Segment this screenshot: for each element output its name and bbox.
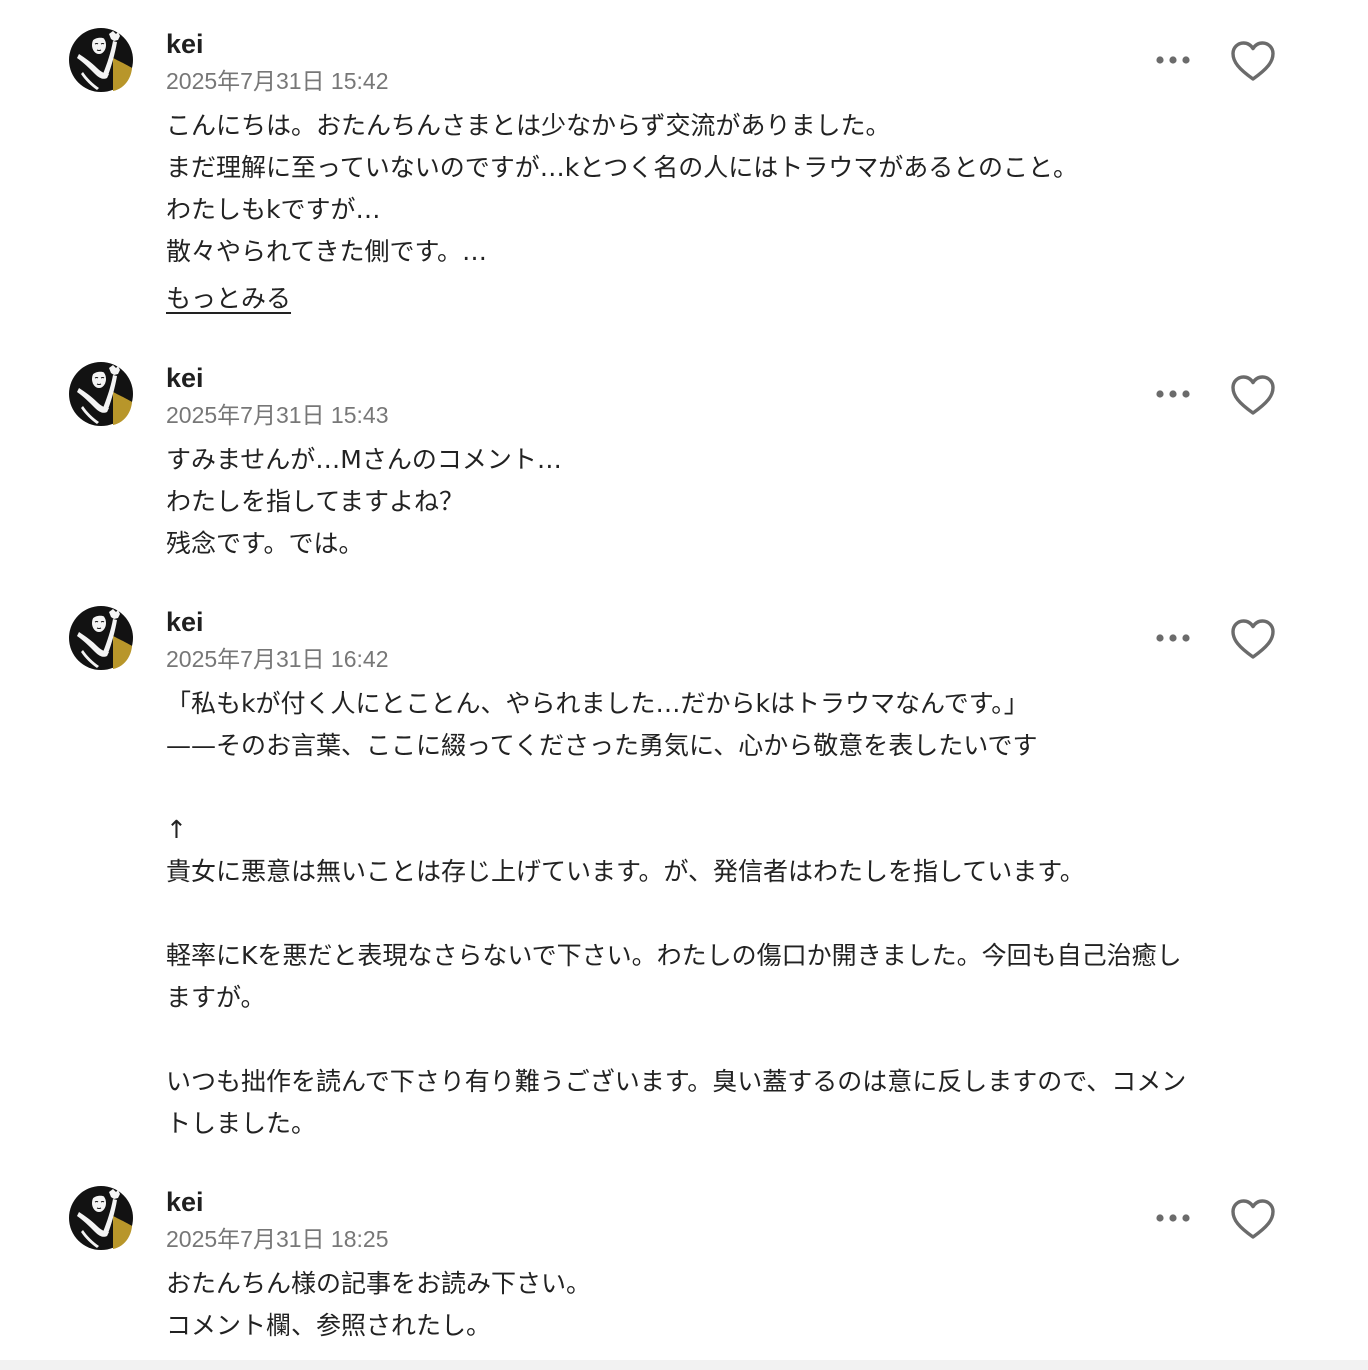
comment-line: 軽率にKを悪だと表現なさらないで下さい。わたしの傷口か開きました。今回も自己治癒…: [166, 941, 1182, 970]
comment-author[interactable]: kei: [166, 28, 204, 60]
comment-line: コメント欄、参照されたし。: [166, 1311, 492, 1340]
more-horizontal-icon: [1150, 1203, 1196, 1233]
comment-line: ↑: [166, 815, 187, 844]
comment-timestamp: 2025年7月31日 15:42: [166, 68, 389, 94]
more-options-button[interactable]: [1150, 379, 1196, 409]
user-avatar-illustration: [69, 362, 133, 426]
like-button[interactable]: [1229, 373, 1277, 417]
comment-author[interactable]: kei: [166, 362, 204, 394]
comment-author[interactable]: kei: [166, 606, 204, 638]
comment-line: トしました。: [166, 1109, 317, 1138]
comment-line: おたんちん様の記事をお読み下さい。: [166, 1269, 592, 1298]
heart-outline-icon: [1229, 39, 1277, 83]
heart-outline-icon: [1229, 1197, 1277, 1241]
more-horizontal-icon: [1150, 623, 1196, 653]
comment-line: わたしもkですが…: [166, 195, 381, 224]
avatar[interactable]: [69, 362, 133, 426]
like-button[interactable]: [1229, 39, 1277, 83]
more-horizontal-icon: [1150, 45, 1196, 75]
like-button[interactable]: [1229, 1197, 1277, 1241]
more-options-button[interactable]: [1150, 45, 1196, 75]
comment-author[interactable]: kei: [166, 1186, 204, 1218]
comment-line: ますが。: [166, 983, 266, 1012]
more-options-button[interactable]: [1150, 623, 1196, 653]
avatar[interactable]: [69, 28, 133, 92]
like-button[interactable]: [1229, 617, 1277, 661]
heart-outline-icon: [1229, 373, 1277, 417]
comment-line: [166, 1019, 1316, 1061]
comment-timestamp: 2025年7月31日 16:42: [166, 646, 389, 672]
heart-outline-icon: [1229, 617, 1277, 661]
comment-line: いつも拙作を読んで下さり有り難うございます。臭い蓋するのは意に反しますので、コメ…: [166, 1067, 1187, 1096]
comment-line: ——そのお言葉、ここに綴ってくださった勇気に、心から敬意を表したいです: [166, 731, 1038, 760]
bottom-divider: [0, 1360, 1368, 1370]
comment-body: こんにちは。おたんちんさまとは少なからず交流がありました。 まだ理解に至っていな…: [166, 105, 1316, 273]
user-avatar-illustration: [69, 1186, 133, 1250]
show-more-link[interactable]: もっとみる: [166, 283, 291, 315]
comment-timestamp: 2025年7月31日 15:43: [166, 402, 389, 428]
comment-line: 貴女に悪意は無いことは存じ上げています。が、発信者はわたしを指しています。: [166, 857, 1085, 886]
avatar[interactable]: [69, 606, 133, 670]
avatar[interactable]: [69, 1186, 133, 1250]
comment-timestamp: 2025年7月31日 18:25: [166, 1226, 389, 1252]
comment-line: [166, 893, 1316, 935]
user-avatar-illustration: [69, 606, 133, 670]
comment-line: [166, 767, 1316, 809]
more-options-button[interactable]: [1150, 1203, 1196, 1233]
comment-line: 「私もkが付く人にとことん、やられました…だからkはトラウマなんです。」: [166, 689, 1029, 718]
comment-line: こんにちは。おたんちんさまとは少なからず交流がありました。: [166, 111, 891, 140]
comment-body: 「私もkが付く人にとことん、やられました…だからkはトラウマなんです。」 ——そ…: [166, 683, 1316, 1145]
comment-line: わたしを指してますよね？: [166, 487, 465, 516]
comment-line: 散々やられてきた側です。…: [166, 237, 488, 266]
comment-body: おたんちん様の記事をお読み下さい。 コメント欄、参照されたし。: [166, 1263, 1316, 1347]
comment-line: すみませんが…Mさんのコメント…: [166, 445, 562, 474]
more-horizontal-icon: [1150, 379, 1196, 409]
comment-line: 残念です。では。: [166, 529, 364, 558]
user-avatar-illustration: [69, 28, 133, 92]
comment-line: まだ理解に至っていないのですが…kとつく名の人にはトラウマがあるとのこと。: [166, 153, 1078, 182]
comment-body: すみませんが…Mさんのコメント… わたしを指してますよね？ 残念です。では。: [166, 439, 1316, 565]
